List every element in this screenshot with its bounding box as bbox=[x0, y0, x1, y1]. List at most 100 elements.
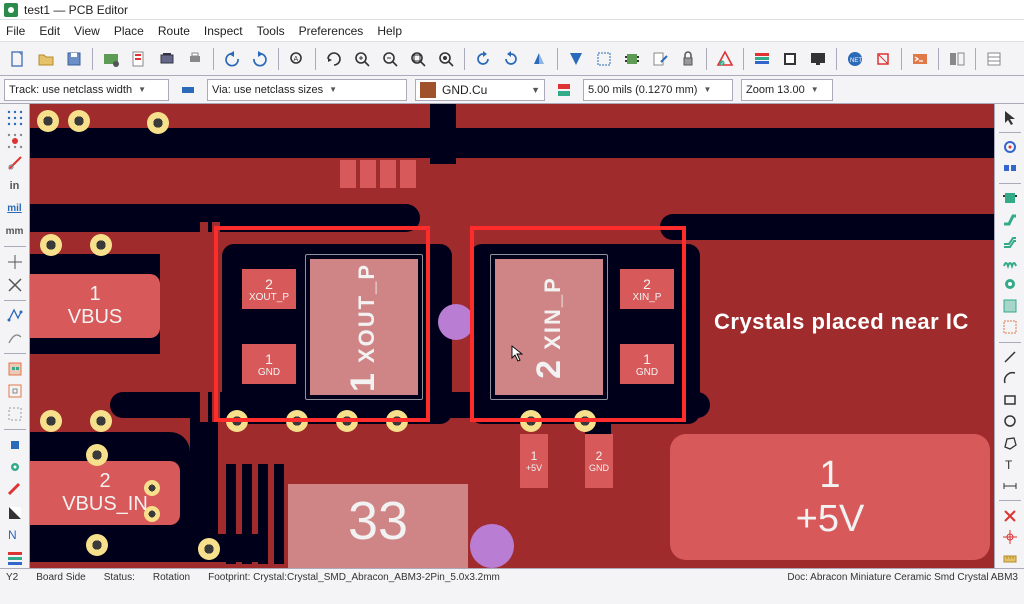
update-pcb-icon[interactable] bbox=[646, 45, 674, 73]
netnames-icon[interactable]: N bbox=[3, 526, 27, 546]
menu-inspect[interactable]: Inspect bbox=[204, 24, 243, 38]
dimension-icon[interactable] bbox=[998, 477, 1022, 496]
scripting-icon[interactable] bbox=[906, 45, 934, 73]
draw-arc-icon[interactable] bbox=[998, 369, 1022, 388]
place-zone-icon[interactable] bbox=[998, 296, 1022, 315]
cursor-shape-icon[interactable] bbox=[3, 252, 27, 272]
menu-edit[interactable]: Edit bbox=[39, 24, 60, 38]
track-display-icon[interactable] bbox=[3, 480, 27, 500]
show-appearance-icon[interactable] bbox=[943, 45, 971, 73]
cleanup-icon[interactable] bbox=[869, 45, 897, 73]
via-size-dropdown[interactable]: Via: use netclass sizes▼ bbox=[207, 79, 407, 101]
mirror-v-icon[interactable] bbox=[525, 45, 553, 73]
set-origin-icon[interactable] bbox=[998, 528, 1022, 547]
polar-coord-icon[interactable] bbox=[3, 153, 27, 173]
app-icon bbox=[4, 3, 18, 17]
zoom-in-icon[interactable] bbox=[348, 45, 376, 73]
via bbox=[86, 444, 108, 466]
place-text-icon[interactable]: T bbox=[998, 455, 1022, 474]
track-settings-icon[interactable] bbox=[177, 79, 199, 101]
properties-icon[interactable] bbox=[980, 45, 1008, 73]
main-toolbar: A ✓ NET bbox=[0, 42, 1024, 76]
rotate-cw-icon[interactable] bbox=[497, 45, 525, 73]
ignore-locks-icon[interactable] bbox=[3, 275, 27, 295]
units-in-button[interactable]: in bbox=[3, 176, 27, 196]
draw-line-icon[interactable] bbox=[998, 347, 1022, 366]
select-tool-icon[interactable] bbox=[998, 108, 1022, 127]
menu-help[interactable]: Help bbox=[377, 24, 402, 38]
place-via-icon[interactable] bbox=[998, 275, 1022, 294]
place-ruleline-icon[interactable] bbox=[998, 318, 1022, 337]
curved-rats-icon[interactable] bbox=[3, 328, 27, 348]
zoom-selection-icon[interactable] bbox=[432, 45, 460, 73]
via-display-icon[interactable] bbox=[3, 457, 27, 477]
draw-rect-icon[interactable] bbox=[998, 390, 1022, 409]
draw-circle-icon[interactable] bbox=[998, 412, 1022, 431]
status-doc: Doc: Abracon Miniature Ceramic Smd Cryst… bbox=[787, 571, 1018, 584]
draw-poly-icon[interactable] bbox=[998, 434, 1022, 453]
layer-pair-icon[interactable] bbox=[553, 79, 575, 101]
ratsnest-icon[interactable] bbox=[3, 305, 27, 325]
menu-preferences[interactable]: Preferences bbox=[299, 24, 364, 38]
show-ratsnest-icon[interactable] bbox=[590, 45, 618, 73]
pad-xout-1: 1 GND bbox=[242, 344, 296, 384]
rotate-ccw-icon[interactable] bbox=[469, 45, 497, 73]
pad-display-icon[interactable] bbox=[3, 435, 27, 455]
find-icon[interactable]: A bbox=[283, 45, 311, 73]
units-mil-button[interactable]: mil bbox=[3, 199, 27, 219]
grid-dropdown[interactable]: 5.00 mils (0.1270 mm)▼ bbox=[583, 79, 733, 101]
menu-view[interactable]: View bbox=[74, 24, 100, 38]
drc-icon[interactable]: ✓ bbox=[711, 45, 739, 73]
track-width-dropdown[interactable]: Track: use netclass width▼ bbox=[4, 79, 169, 101]
local-ratsnest-icon[interactable] bbox=[998, 159, 1022, 178]
zone-outline-icon[interactable] bbox=[3, 381, 27, 401]
via bbox=[144, 506, 160, 522]
footprint-editor-icon[interactable] bbox=[618, 45, 646, 73]
route-track-icon[interactable] bbox=[998, 210, 1022, 229]
menu-place[interactable]: Place bbox=[114, 24, 144, 38]
print-icon[interactable] bbox=[181, 45, 209, 73]
save-icon[interactable] bbox=[60, 45, 88, 73]
net-inspect-icon[interactable]: NET bbox=[841, 45, 869, 73]
schematic-icon[interactable] bbox=[776, 45, 804, 73]
tune-length-icon[interactable] bbox=[998, 253, 1022, 272]
layers-manager-icon[interactable] bbox=[3, 548, 27, 568]
page-settings-icon[interactable] bbox=[125, 45, 153, 73]
layer-dropdown[interactable]: GND.Cu▼ bbox=[415, 79, 545, 101]
pcb-canvas[interactable]: 2 XOUT_P 1 GND 1 XOUT_P 2 XIN_P 2 XIN_P … bbox=[30, 104, 994, 568]
grid-override-icon[interactable] bbox=[3, 131, 27, 151]
right-sidebar: T bbox=[994, 104, 1024, 568]
redo-icon[interactable] bbox=[246, 45, 274, 73]
menu-file[interactable]: File bbox=[6, 24, 25, 38]
undo-icon[interactable] bbox=[218, 45, 246, 73]
highlight-net-icon[interactable] bbox=[998, 137, 1022, 156]
zoom-fit-icon[interactable] bbox=[404, 45, 432, 73]
zoom-refresh-icon[interactable] bbox=[320, 45, 348, 73]
delete-icon[interactable] bbox=[998, 506, 1022, 525]
menu-route[interactable]: Route bbox=[158, 24, 190, 38]
window-title: test1 — PCB Editor bbox=[24, 3, 128, 17]
grid-icon[interactable] bbox=[3, 108, 27, 128]
via bbox=[198, 538, 220, 560]
place-footprint-icon[interactable] bbox=[998, 188, 1022, 207]
zone-hidden-icon[interactable] bbox=[3, 404, 27, 424]
open-icon[interactable] bbox=[32, 45, 60, 73]
track-width-label: Track: use netclass width bbox=[9, 84, 132, 96]
zone-display-icon[interactable] bbox=[3, 359, 27, 379]
zoom-dropdown[interactable]: Zoom 13.00▼ bbox=[741, 79, 833, 101]
status-status: Status: bbox=[104, 571, 135, 584]
layers-stackup-icon[interactable] bbox=[748, 45, 776, 73]
board-settings-icon[interactable] bbox=[97, 45, 125, 73]
new-icon[interactable] bbox=[4, 45, 32, 73]
measure-icon[interactable] bbox=[998, 549, 1022, 568]
monitor-icon[interactable] bbox=[804, 45, 832, 73]
zoom-out-icon[interactable] bbox=[376, 45, 404, 73]
plot-icon[interactable] bbox=[153, 45, 181, 73]
high-contrast-icon[interactable] bbox=[3, 503, 27, 523]
menu-tools[interactable]: Tools bbox=[257, 24, 285, 38]
flipboard-icon[interactable] bbox=[562, 45, 590, 73]
units-mm-button[interactable]: mm bbox=[3, 222, 27, 242]
via bbox=[286, 410, 308, 432]
lock-icon[interactable] bbox=[674, 45, 702, 73]
route-diffpair-icon[interactable] bbox=[998, 232, 1022, 251]
